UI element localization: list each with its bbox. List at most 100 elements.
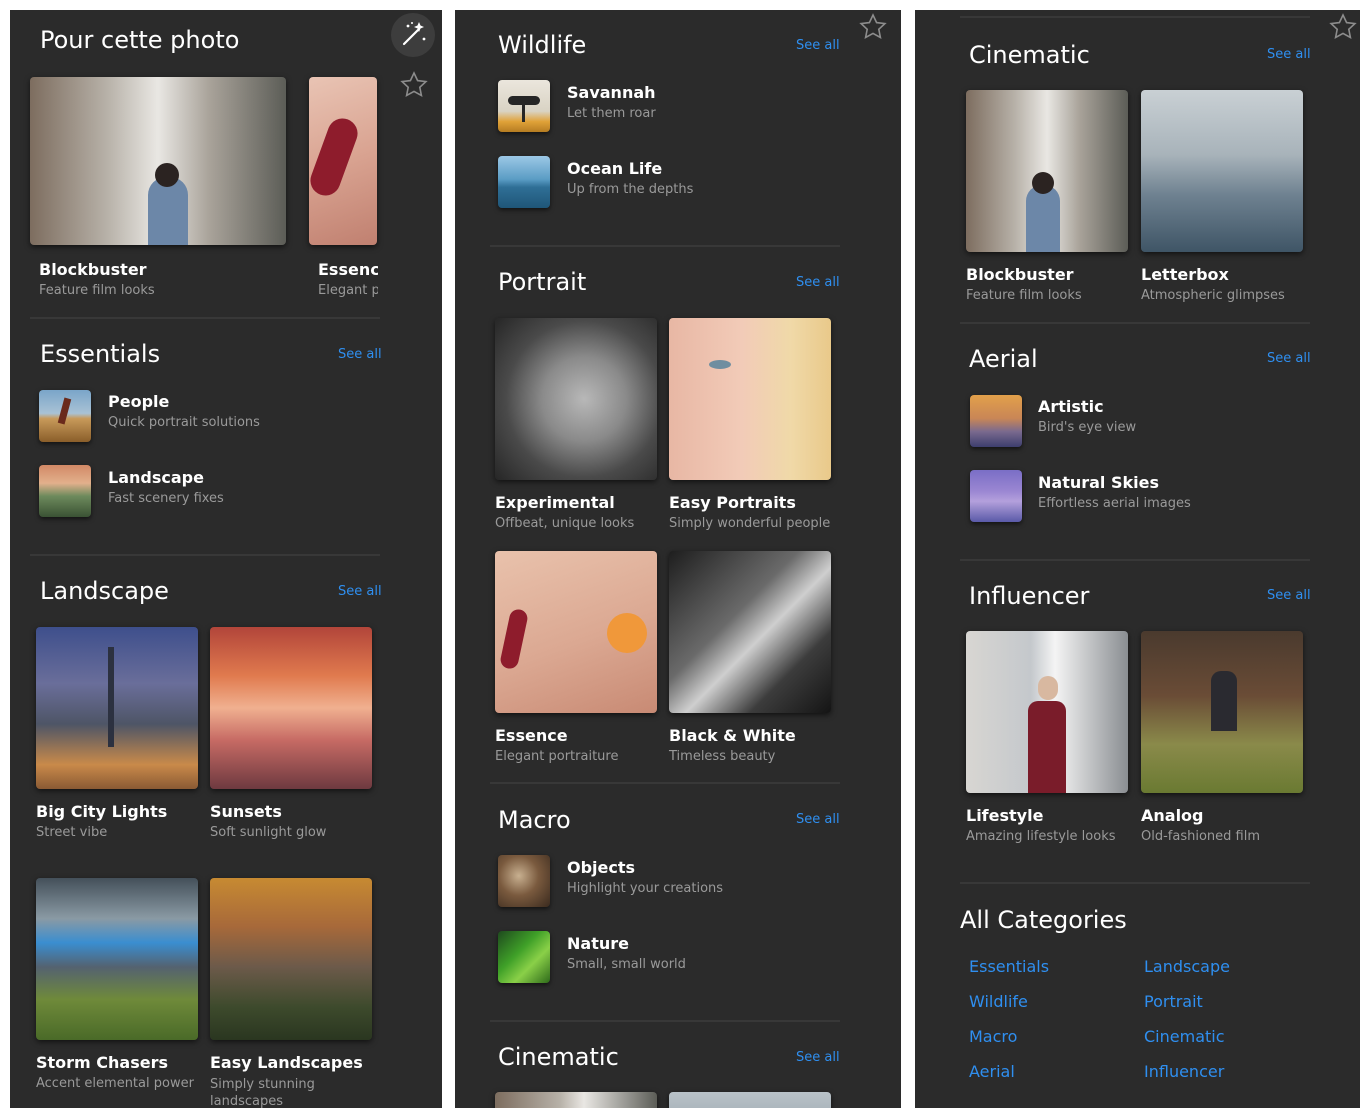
card-title[interactable]: Big City Lights bbox=[36, 802, 167, 821]
card-image-easy-portraits[interactable] bbox=[669, 318, 831, 480]
list-item-title[interactable]: Savannah bbox=[567, 83, 656, 102]
see-all-link[interactable]: See all bbox=[1267, 47, 1311, 62]
card-image-essence[interactable] bbox=[495, 551, 657, 713]
see-all-link[interactable]: See all bbox=[1267, 588, 1311, 603]
card-text-clip: Essence Elegant portraiture bbox=[318, 260, 378, 308]
card-subtitle: Timeless beauty bbox=[669, 749, 776, 764]
star-outline-icon[interactable] bbox=[1328, 12, 1358, 42]
card-title[interactable]: Easy Landscapes bbox=[210, 1053, 363, 1072]
panel-categories-middle: Wildlife See all Savannah Let them roar … bbox=[455, 10, 901, 1108]
see-all-link[interactable]: See all bbox=[796, 275, 840, 290]
card-image-lifestyle[interactable] bbox=[966, 631, 1128, 793]
list-thumb-nature[interactable] bbox=[498, 931, 550, 983]
card-image-storm-chasers[interactable] bbox=[36, 878, 198, 1040]
card-title[interactable]: Lifestyle bbox=[966, 806, 1043, 825]
divider bbox=[960, 882, 1310, 884]
person-shape bbox=[1026, 185, 1060, 252]
divider bbox=[30, 554, 380, 556]
card-title[interactable]: Blockbuster bbox=[966, 265, 1074, 284]
card-title[interactable]: Easy Portraits bbox=[669, 493, 796, 512]
card-subtitle: Elegant portraiture bbox=[318, 283, 378, 298]
card-image-easy-landscapes[interactable] bbox=[210, 878, 372, 1040]
list-item-subtitle: Bird's eye view bbox=[1038, 420, 1137, 435]
category-link-landscape[interactable]: Landscape bbox=[1144, 957, 1230, 976]
list-thumb-ocean-life[interactable] bbox=[498, 156, 550, 208]
list-item-subtitle: Small, small world bbox=[567, 957, 686, 972]
category-link-essentials[interactable]: Essentials bbox=[969, 957, 1049, 976]
card-title[interactable]: Sunsets bbox=[210, 802, 282, 821]
list-item-title[interactable]: Natural Skies bbox=[1038, 473, 1159, 492]
section-title-macro: Macro bbox=[498, 806, 571, 834]
card-title[interactable]: Experimental bbox=[495, 493, 615, 512]
list-item-subtitle: Up from the depths bbox=[567, 182, 694, 197]
list-item-subtitle: Highlight your creations bbox=[567, 881, 724, 896]
list-item-subtitle: Effortless aerial images bbox=[1038, 496, 1191, 511]
card-title[interactable]: Letterbox bbox=[1141, 265, 1229, 284]
list-thumb-landscape[interactable] bbox=[39, 465, 91, 517]
star-outline-icon[interactable] bbox=[858, 12, 888, 42]
card-image-blockbuster[interactable] bbox=[30, 77, 286, 245]
category-link-influencer[interactable]: Influencer bbox=[1144, 1062, 1224, 1081]
star-outline-icon[interactable] bbox=[399, 70, 429, 100]
trunk-shape bbox=[522, 104, 525, 122]
category-link-aerial[interactable]: Aerial bbox=[969, 1062, 1015, 1081]
card-subtitle: Street vibe bbox=[36, 825, 108, 840]
see-all-link[interactable]: See all bbox=[338, 347, 382, 362]
head-shape bbox=[1038, 676, 1058, 700]
list-item-title[interactable]: Ocean Life bbox=[567, 159, 662, 178]
card-title[interactable]: Analog bbox=[1141, 806, 1204, 825]
see-all-link[interactable]: See all bbox=[1267, 351, 1311, 366]
see-all-link[interactable]: See all bbox=[796, 812, 840, 827]
person-shape bbox=[148, 177, 188, 245]
divider bbox=[30, 317, 380, 319]
card-image-sunsets[interactable] bbox=[210, 627, 372, 789]
card-image-analog[interactable] bbox=[1141, 631, 1303, 793]
tower-shape bbox=[108, 647, 114, 747]
card-image-blockbuster[interactable] bbox=[966, 90, 1128, 252]
list-item-title[interactable]: Nature bbox=[567, 934, 629, 953]
list-thumb-artistic[interactable] bbox=[970, 395, 1022, 447]
card-title[interactable]: Storm Chasers bbox=[36, 1053, 168, 1072]
category-link-wildlife[interactable]: Wildlife bbox=[969, 992, 1028, 1011]
card-subtitle: Simply stunning landscapes bbox=[210, 1077, 315, 1108]
card-subtitle: Soft sunlight glow bbox=[210, 825, 327, 840]
section-title-aerial: Aerial bbox=[969, 345, 1038, 373]
see-all-link[interactable]: See all bbox=[796, 38, 840, 53]
card-title[interactable]: Black & White bbox=[669, 726, 796, 745]
card-subtitle: Simply wonderful people bbox=[669, 516, 831, 531]
figure-shape bbox=[57, 397, 72, 425]
list-item-title[interactable]: Artistic bbox=[1038, 397, 1104, 416]
card-image-black-white[interactable] bbox=[669, 551, 831, 713]
card-image-letterbox[interactable] bbox=[1141, 90, 1303, 252]
list-thumb-savannah[interactable] bbox=[498, 80, 550, 132]
list-thumb-objects[interactable] bbox=[498, 855, 550, 907]
card-image-blockbuster[interactable] bbox=[495, 1092, 657, 1108]
list-thumb-people[interactable] bbox=[39, 390, 91, 442]
see-all-link[interactable]: See all bbox=[796, 1050, 840, 1065]
divider bbox=[960, 559, 1310, 561]
see-all-link[interactable]: See all bbox=[338, 584, 382, 599]
section-title-essentials: Essentials bbox=[40, 340, 161, 368]
divider bbox=[960, 322, 1310, 324]
card-title[interactable]: Essence bbox=[318, 260, 378, 279]
card-image-letterbox[interactable] bbox=[669, 1092, 831, 1108]
list-thumb-natural-skies[interactable] bbox=[970, 470, 1022, 522]
card-title[interactable]: Blockbuster bbox=[39, 260, 147, 279]
section-title-influencer: Influencer bbox=[969, 582, 1090, 610]
card-image-big-city-lights[interactable] bbox=[36, 627, 198, 789]
magic-wand-button[interactable] bbox=[391, 13, 435, 57]
card-image-essence[interactable] bbox=[309, 77, 377, 245]
list-item-title[interactable]: People bbox=[108, 392, 169, 411]
list-item-title[interactable]: Landscape bbox=[108, 468, 204, 487]
list-item-subtitle: Fast scenery fixes bbox=[108, 491, 224, 506]
section-title-wildlife: Wildlife bbox=[498, 31, 587, 59]
card-title[interactable]: Essence bbox=[495, 726, 568, 745]
coat-shape bbox=[1028, 701, 1066, 793]
category-link-cinematic[interactable]: Cinematic bbox=[1144, 1027, 1225, 1046]
category-link-macro[interactable]: Macro bbox=[969, 1027, 1017, 1046]
category-link-portrait[interactable]: Portrait bbox=[1144, 992, 1203, 1011]
page-title: Pour cette photo bbox=[40, 26, 240, 54]
list-item-title[interactable]: Objects bbox=[567, 858, 635, 877]
bubble-shape bbox=[607, 613, 647, 653]
card-image-experimental[interactable] bbox=[495, 318, 657, 480]
